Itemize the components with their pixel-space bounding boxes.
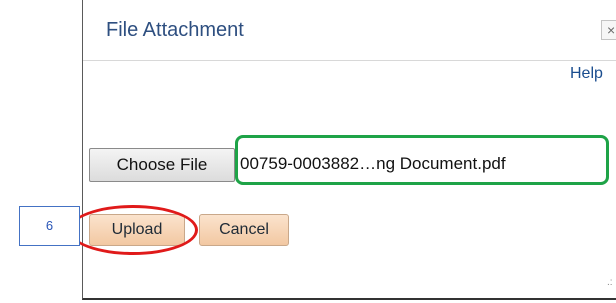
upload-highlight-oval [68, 205, 198, 255]
step-number-callout: 6 [19, 206, 80, 246]
dialog-title-bar: File Attachment × [83, 0, 616, 61]
cancel-button[interactable]: Cancel [199, 214, 289, 246]
resize-grip-icon[interactable]: .: [607, 278, 616, 292]
close-icon[interactable]: × [601, 20, 616, 40]
dialog-title: File Attachment [106, 19, 244, 41]
file-name-highlight-box [235, 135, 609, 185]
help-link[interactable]: Help [570, 65, 603, 83]
choose-file-button[interactable]: Choose File [89, 148, 235, 182]
